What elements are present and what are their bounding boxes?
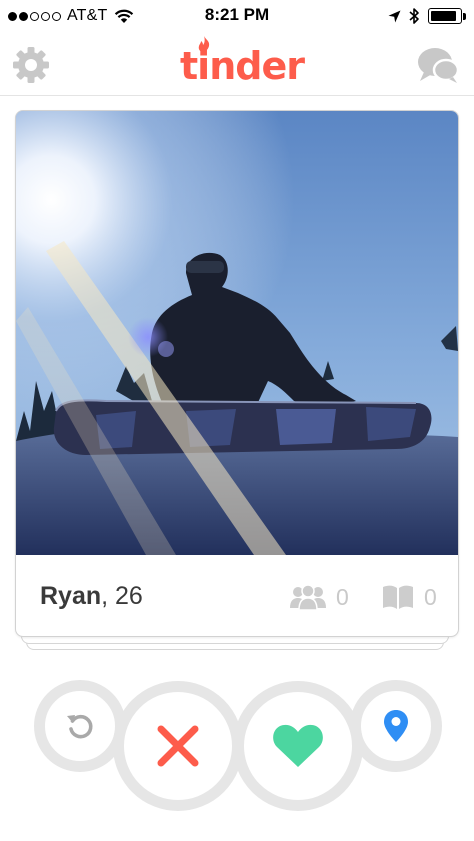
shared-friends-stat: 0 [290,584,349,610]
battery-icon [428,8,466,24]
like-button[interactable] [233,681,363,811]
heart-icon [273,724,323,767]
interests-book-icon [383,585,413,609]
gear-icon [13,47,49,83]
profile-photo[interactable] [16,111,458,555]
status-bar-left: AT&T [8,5,134,27]
nope-button[interactable] [113,681,243,811]
location-button[interactable] [350,680,442,772]
bluetooth-icon [409,8,419,24]
location-pin-icon [384,710,408,742]
profile-card[interactable]: Ryan, 26 0 0 [15,110,459,637]
shared-interests-count: 0 [424,583,437,610]
settings-button[interactable] [10,44,52,86]
tinder-logo: tinder [180,36,305,88]
profile-name-age: Ryan, 26 [40,582,143,611]
profile-name: Ryan [40,582,102,610]
flame-icon [198,36,210,52]
friends-icon [290,584,326,610]
action-bar [34,680,442,830]
close-x-icon [157,725,199,767]
shared-interests-stat: 0 [382,584,437,610]
top-navigation-bar: tinder [0,32,474,96]
wifi-icon [114,9,133,23]
profile-age: , 26 [101,582,143,610]
chat-bubbles-icon [418,48,460,83]
snowboard-photo [16,111,458,555]
carrier-label: AT&T [67,7,108,24]
shared-friends-count: 0 [336,583,349,610]
status-bar-right [388,5,466,27]
status-bar: AT&T 8:21 PM [0,0,474,32]
profile-info-row[interactable]: Ryan, 26 0 0 [16,555,458,636]
rewind-button[interactable] [34,680,126,772]
battery-level-fill [431,11,457,21]
messages-button[interactable] [416,46,460,84]
location-services-icon [388,10,401,22]
rewind-icon [67,714,93,739]
signal-strength-icon [8,11,61,21]
